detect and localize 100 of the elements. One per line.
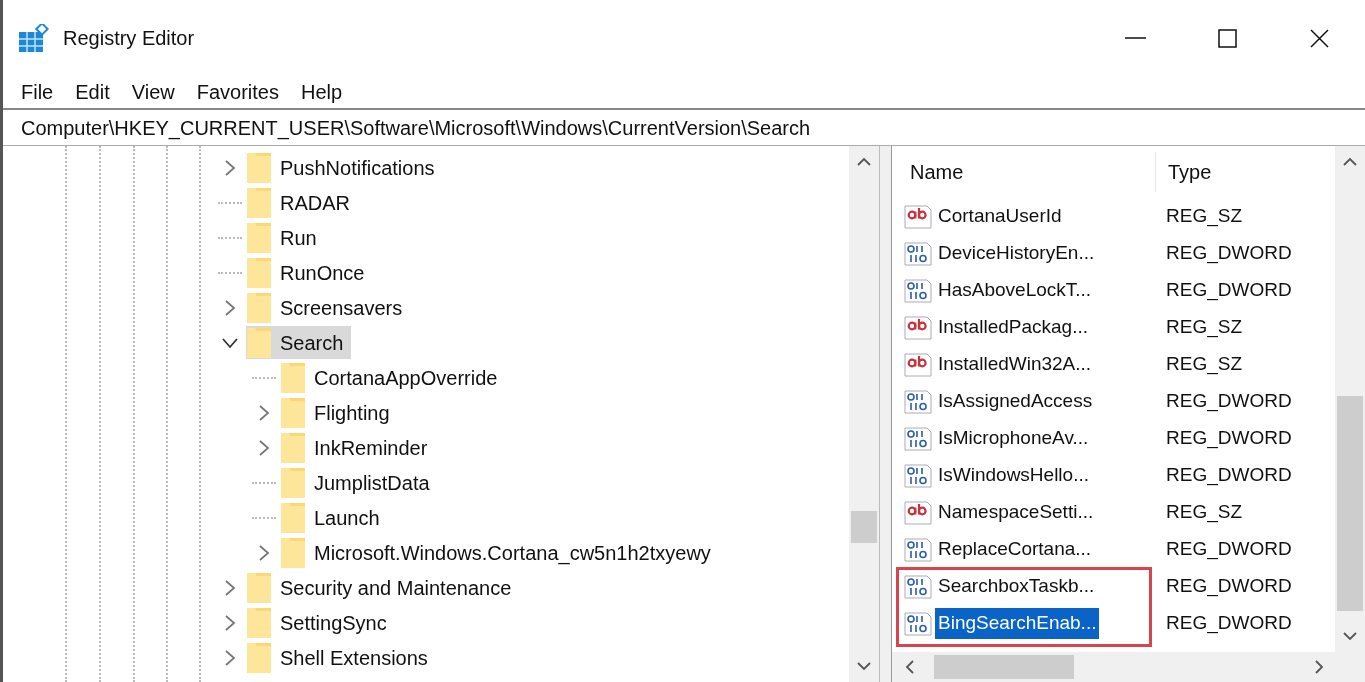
chevron-right-icon[interactable] (223, 157, 237, 178)
minimize-icon (1124, 37, 1146, 39)
value-name[interactable]: IsMicrophoneAv... (935, 423, 1092, 454)
tree-label: Microsoft.Windows.Cortana_cw5n1h2txyewy (313, 540, 711, 567)
scroll-down-icon[interactable] (1342, 630, 1358, 642)
splitter[interactable] (880, 146, 892, 682)
folder-icon (280, 361, 306, 394)
tree-label: InkReminder (313, 435, 428, 461)
tree-label: RADAR (279, 190, 350, 216)
value-name[interactable]: BingSearchEnab... (935, 608, 1100, 639)
scroll-up-icon[interactable] (1342, 156, 1358, 168)
tree-item[interactable]: CortanaAppOverride (280, 361, 506, 394)
tree-label: Launch (313, 505, 380, 531)
scroll-left-icon[interactable] (904, 659, 916, 675)
value-type: REG_DWORD (1165, 463, 1292, 488)
value-type: REG_DWORD (1165, 574, 1292, 599)
menu-item[interactable]: View (129, 77, 195, 107)
menu-item[interactable]: Favorites (194, 77, 299, 107)
menu-item[interactable]: File (19, 77, 74, 107)
string-value-icon (904, 351, 932, 378)
chevron-right-icon[interactable] (223, 297, 237, 318)
binary-value-icon (904, 573, 932, 600)
address-bar[interactable]: Computer\HKEY_CURRENT_USER\Software\Microsoft\Windows\CurrentVersion\Search (3, 108, 1365, 146)
folder-icon (246, 256, 272, 289)
chevron-right-icon[interactable] (257, 542, 271, 563)
string-value-icon (904, 203, 932, 230)
menu-item[interactable]: Edit (73, 77, 130, 107)
value-type: REG_DWORD (1165, 537, 1292, 562)
horizontal-scrollbar[interactable] (892, 652, 1365, 682)
tree-item[interactable]: RADAR (246, 186, 358, 219)
value-name[interactable]: SearchboxTaskb... (935, 571, 1098, 602)
tree-item[interactable]: InkReminder (280, 431, 436, 464)
chevron-right-icon[interactable] (257, 437, 271, 458)
tree-label: RunOnce (279, 260, 365, 286)
value-name[interactable]: IsWindowsHello... (935, 460, 1092, 491)
value-type: REG_DWORD (1165, 426, 1292, 451)
scroll-down-icon[interactable] (856, 660, 872, 672)
folder-icon (246, 151, 272, 184)
value-name[interactable]: NamespaceSetti... (935, 497, 1097, 528)
chevron-right-icon[interactable] (223, 577, 237, 598)
window-title: Registry Editor (63, 26, 195, 51)
chevron-right-icon[interactable] (257, 402, 271, 423)
value-type: REG_SZ (1165, 500, 1243, 525)
scroll-up-icon[interactable] (856, 156, 872, 168)
tree-item[interactable]: Launch (280, 501, 388, 534)
value-type: REG_DWORD (1165, 611, 1292, 636)
tree-label: Search (279, 330, 344, 356)
tree-label: CortanaAppOverride (313, 365, 498, 391)
tree-item[interactable]: Security and Maintenance (246, 571, 520, 604)
value-type: REG_DWORD (1165, 389, 1292, 414)
tree-item[interactable]: JumplistData (280, 466, 438, 499)
value-name[interactable]: DeviceHistoryEn... (935, 238, 1098, 269)
scroll-thumb[interactable] (934, 655, 1074, 679)
vertical-scrollbar[interactable] (1335, 146, 1365, 652)
tree-label: Shell Extensions (279, 645, 428, 671)
vertical-scrollbar[interactable] (849, 146, 879, 682)
tree-item[interactable]: PushNotifications (246, 151, 443, 184)
tree-item[interactable]: Screensavers (246, 291, 411, 324)
chevron-right-icon[interactable] (223, 647, 237, 668)
value-name[interactable]: IsAssignedAccess (935, 386, 1096, 417)
tree-item[interactable]: Microsoft.Windows.Cortana_cw5n1h2txyewy (280, 536, 719, 569)
string-value-icon (904, 499, 932, 526)
menu-item[interactable]: Help (298, 77, 363, 107)
value-name[interactable]: CortanaUserId (935, 201, 1065, 232)
tree-label: PushNotifications (279, 155, 435, 181)
maximize-icon (1216, 27, 1238, 49)
folder-icon (246, 186, 272, 219)
value-type: REG_SZ (1165, 352, 1243, 377)
folder-icon (280, 536, 306, 569)
tree-item[interactable]: RunOnce (246, 256, 373, 289)
binary-value-icon (904, 610, 932, 637)
tree-item[interactable]: Shell Extensions (246, 641, 436, 674)
folder-icon (246, 291, 272, 324)
folder-icon (246, 606, 272, 639)
value-name[interactable]: InstalledPackag... (935, 312, 1091, 343)
folder-icon (246, 221, 272, 254)
chevron-right-icon[interactable] (223, 612, 237, 633)
scroll-thumb[interactable] (851, 511, 877, 543)
folder-icon (246, 641, 272, 674)
binary-value-icon (904, 277, 932, 304)
tree-label: JumplistData (313, 470, 430, 496)
scroll-right-icon[interactable] (1313, 659, 1325, 675)
folder-icon (280, 466, 306, 499)
value-type: REG_SZ (1165, 204, 1243, 229)
value-name[interactable]: InstalledWin32A... (935, 349, 1095, 380)
scroll-thumb[interactable] (1337, 396, 1363, 611)
tree-item[interactable]: SettingSync (246, 606, 395, 639)
tree-label: Security and Maintenance (279, 575, 512, 601)
app-icon (19, 24, 49, 53)
tree-item[interactable]: Run (246, 221, 325, 254)
folder-icon (246, 326, 272, 359)
value-name[interactable]: ReplaceCortana... (935, 534, 1095, 565)
tree-label: Run (279, 225, 317, 251)
folder-icon (280, 501, 306, 534)
tree-item[interactable]: Search (246, 326, 352, 359)
value-name[interactable]: HasAboveLockT... (935, 275, 1095, 306)
close-icon (1308, 27, 1330, 49)
column-header[interactable]: Name (904, 152, 1156, 192)
tree-item[interactable]: Flighting (280, 396, 398, 429)
column-header[interactable]: Type (1156, 157, 1212, 187)
